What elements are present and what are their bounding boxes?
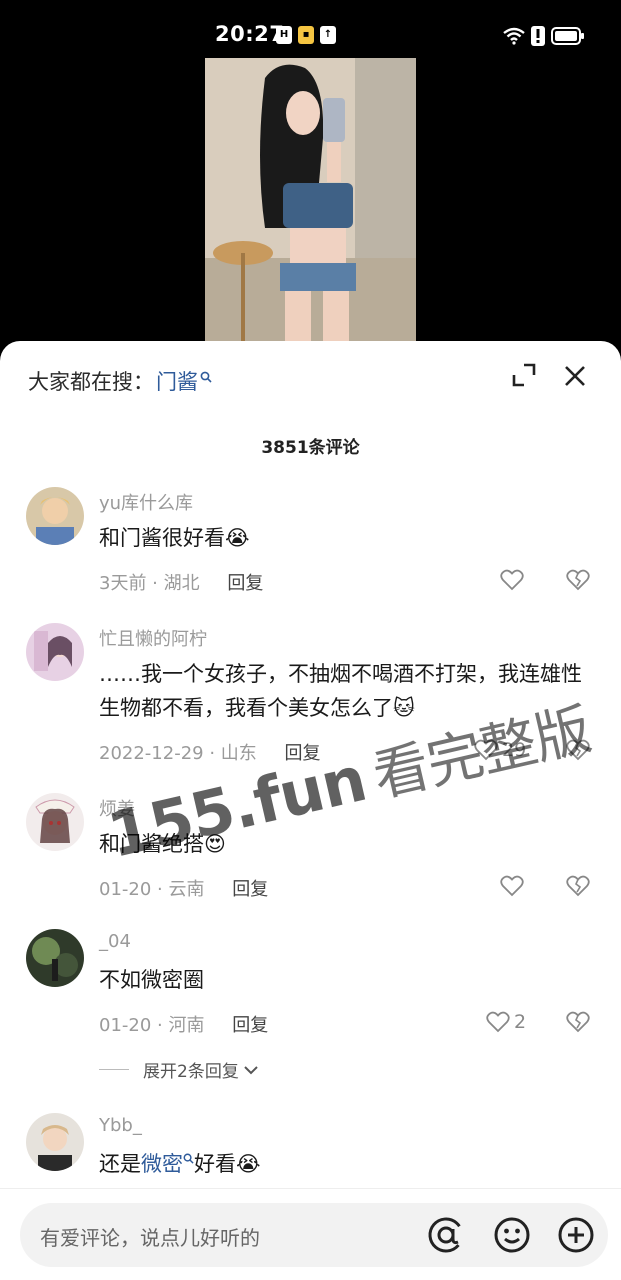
expand-icon [512,363,536,387]
wifi-icon [503,27,525,45]
comment-meta: 01-20 · 云南 回复 [99,879,269,900]
like-button[interactable] [500,569,528,591]
notification-icon: ▪ [298,26,314,44]
comment-location: 山东 [220,743,257,764]
comment-text-after: 好看😭 [194,1152,261,1176]
comment-username[interactable]: 烦姜 [99,795,135,821]
comment-count: 3851条评论 [261,438,360,458]
reply-button[interactable]: 回复 [232,879,268,900]
comment-input-bar: 有爱评论，说点儿好听的 [0,1188,621,1280]
avatar[interactable] [26,623,84,681]
broken-heart-icon[interactable] [566,569,590,591]
comment-meta: 3天前 · 湖北 回复 [99,573,264,594]
comment-text-before: 还是 [99,1152,141,1176]
like-button[interactable]: 2 [486,1011,526,1033]
comment-text: 和门酱绝搭😍 [99,832,226,856]
plus-icon [558,1217,594,1253]
add-button[interactable] [556,1215,596,1255]
comment-text: 和门酱很好看😭 [99,526,250,550]
reply-button[interactable]: 回复 [232,1015,268,1036]
like-count: 29 [502,739,527,761]
search-icon [183,1153,194,1164]
comment-location: 云南 [168,879,205,900]
video-thumbnail[interactable] [205,58,416,342]
trending-search-term[interactable]: 门酱 [156,366,198,396]
comment-username[interactable]: _04 [99,931,131,952]
expand-replies-label: 展开2条回复 [143,1062,239,1082]
close-icon [565,366,585,386]
huawei-app-icon: H [276,26,292,44]
comment-text: ……我一个女孩子，不抽烟不喝酒不打架，我连雄性生物都不看，我看个美女怎么了🐱 [99,662,582,720]
status-time: 20:27 [215,22,285,46]
chevron-down-icon [244,1065,258,1074]
close-button[interactable] [560,361,590,391]
trending-search[interactable]: 大家都在搜： 门酱 [28,365,212,397]
like-count: 2 [514,1011,527,1033]
mention-button[interactable] [426,1215,466,1255]
comment-input[interactable]: 有爱评论，说点儿好听的 [20,1203,608,1267]
alert-icon [531,26,545,46]
comment-username[interactable]: Ybb_ [99,1115,142,1136]
comment-input-placeholder: 有爱评论，说点儿好听的 [40,1226,260,1250]
comment-meta: 01-20 · 河南 回复 [99,1015,269,1036]
search-icon [200,371,212,383]
comment-time: 01-20 [99,1015,152,1036]
expand-panel-button[interactable] [510,361,540,391]
broken-heart-icon[interactable] [566,1011,590,1033]
avatar[interactable] [26,1113,84,1171]
comment-location: 湖北 [163,573,200,594]
comment-text: 不如微密圈 [99,968,204,992]
comment-location: 河南 [168,1015,205,1036]
heart-icon [474,739,498,761]
broken-heart-icon[interactable] [566,875,590,897]
reply-button[interactable]: 回复 [285,743,321,764]
broken-heart-icon[interactable] [566,739,590,761]
comment-panel: 大家都在搜： 门酱 3851条评论 yu库什么库 和门酱很好看😭 3天前 · 湖… [0,341,621,1280]
battery-icon [551,27,584,45]
avatar[interactable] [26,929,84,987]
comment-meta: 2022-12-29 · 山东 回复 [99,743,321,764]
comment-text: 还是微密 好看😭 [99,1147,589,1181]
heart-icon [500,569,524,591]
status-bar: 20:27 H ▪ ↑ [0,0,621,58]
avatar[interactable] [26,793,84,851]
heart-icon [486,1011,510,1033]
heart-icon [500,875,524,897]
emoji-button[interactable] [492,1215,532,1255]
like-button[interactable] [500,875,528,897]
comment-time: 01-20 [99,879,152,900]
comment-search-link[interactable]: 微密 [141,1152,183,1176]
like-button[interactable]: 29 [474,739,526,761]
expand-replies-button[interactable]: 展开2条回复 [99,1057,259,1082]
smiley-icon [494,1217,530,1253]
at-icon [428,1217,464,1253]
comment-username[interactable]: yu库什么库 [99,489,193,515]
video-frame-image [205,58,416,342]
comment-time: 3天前 [99,573,147,594]
upload-icon: ↑ [320,26,336,44]
trending-search-label: 大家都在搜： [28,370,154,394]
avatar[interactable] [26,487,84,545]
divider-line [99,1069,129,1070]
comment-time: 2022-12-29 [99,743,204,764]
comment-username[interactable]: 忙且懒的阿柠 [99,625,207,651]
reply-button[interactable]: 回复 [227,573,263,594]
